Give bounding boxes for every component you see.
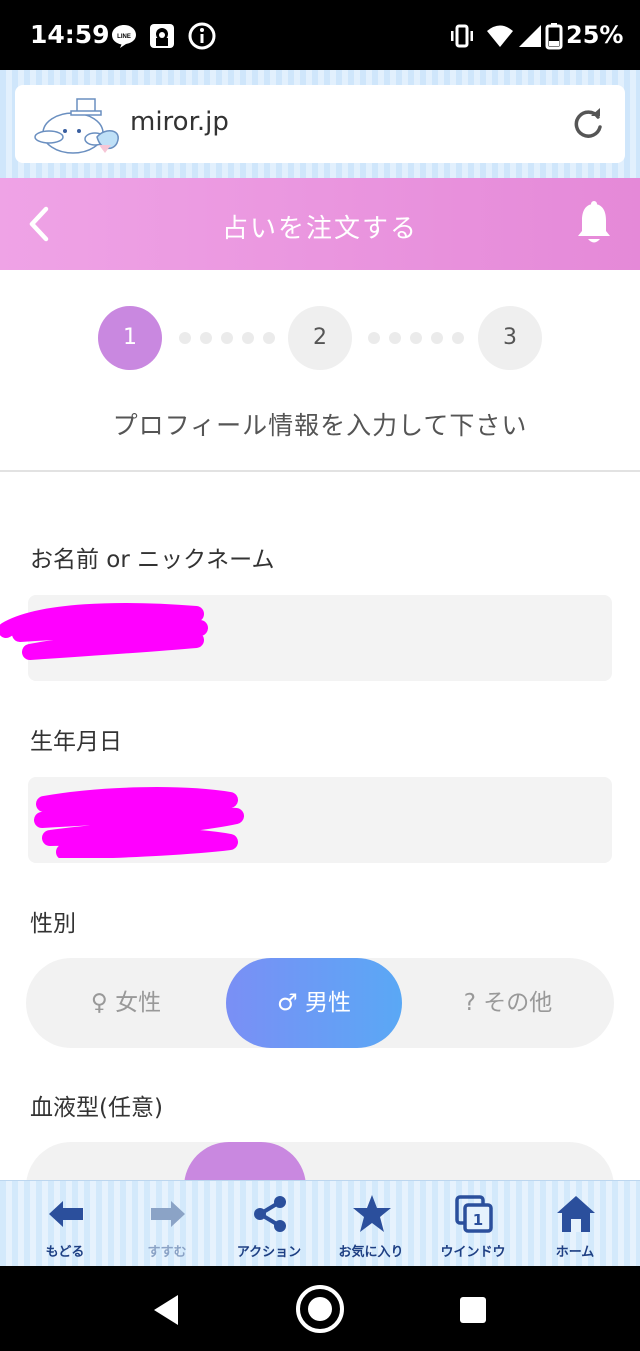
signal-icon <box>519 25 541 47</box>
system-navigation-bar <box>0 1266 640 1351</box>
step-connector <box>179 332 275 344</box>
browser-bar: miror.jp <box>0 70 640 178</box>
battery-percent: 25% <box>566 21 624 49</box>
share-icon <box>254 1196 286 1232</box>
favorites-label: お気に入り <box>338 1245 404 1260</box>
gender-option-male[interactable]: ♂ 男性 <box>226 958 402 1048</box>
window-button[interactable]: 1 ウインドウ <box>422 1181 524 1267</box>
window-label: ウインドウ <box>440 1245 506 1260</box>
bell-icon[interactable] <box>574 200 614 246</box>
back-label: もどる <box>45 1245 85 1260</box>
forward-button[interactable]: すすむ <box>116 1181 218 1267</box>
step-connector <box>368 332 464 344</box>
window-icon: 1 <box>455 1195 493 1233</box>
star-icon <box>353 1195 391 1232</box>
back-triangle-icon[interactable] <box>150 1293 182 1327</box>
redaction-scribble <box>0 603 208 660</box>
action-button[interactable]: アクション <box>218 1181 320 1267</box>
birth-label: 生年月日 <box>30 729 122 755</box>
gender-selector: ♀ 女性 ♂ 男性 ? その他 <box>26 958 614 1048</box>
redaction-scribble <box>34 787 244 858</box>
recents-square-icon[interactable] <box>458 1295 488 1325</box>
app-header: 占いを注文する <box>0 178 640 270</box>
favorites-button[interactable]: お気に入り <box>320 1181 422 1267</box>
profile-notification-icon <box>150 24 174 48</box>
home-button[interactable]: ホーム <box>524 1181 626 1267</box>
page-title: 占いを注文する <box>221 214 418 244</box>
divider <box>0 470 640 472</box>
reload-icon[interactable] <box>571 107 605 141</box>
home-circle-icon[interactable] <box>294 1283 346 1335</box>
info-icon <box>188 22 216 50</box>
name-label: お名前 or ニックネーム <box>30 547 275 573</box>
svg-text:LINE: LINE <box>117 34 131 40</box>
browser-toolbar: もどる すすむ アクション お気に入り 1 ウインドウ ホーム <box>0 1180 640 1266</box>
gender-option-other[interactable]: ? その他 <box>402 958 614 1048</box>
arrow-left-icon <box>49 1201 83 1227</box>
battery-icon <box>545 23 563 50</box>
window-count: 1 <box>473 1211 483 1229</box>
status-bar: 14:59 LINE 25% <box>0 0 640 70</box>
url-text[interactable]: miror.jp <box>130 107 229 137</box>
step-3: 3 <box>478 306 542 370</box>
gender-option-female[interactable]: ♀ 女性 <box>26 958 226 1048</box>
vibrate-icon <box>451 24 473 48</box>
arrow-right-icon <box>151 1201 185 1227</box>
gender-label: 性別 <box>30 911 76 937</box>
status-time: 14:59 <box>30 20 110 49</box>
action-label: アクション <box>236 1245 302 1260</box>
blood-type-label: 血液型(任意) <box>30 1095 163 1121</box>
instruction-text: プロフィール情報を入力して下さい <box>112 411 528 440</box>
step-1: 1 <box>98 306 162 370</box>
step-2: 2 <box>288 306 352 370</box>
line-app-icon: LINE <box>112 25 136 48</box>
cinnamoroll-mascot-icon <box>34 98 119 154</box>
address-bar[interactable]: miror.jp <box>15 85 625 163</box>
back-button[interactable]: もどる <box>14 1181 116 1267</box>
wifi-icon <box>487 25 513 47</box>
forward-label: すすむ <box>147 1245 187 1260</box>
home-label: ホーム <box>555 1245 595 1260</box>
home-icon <box>557 1196 595 1232</box>
